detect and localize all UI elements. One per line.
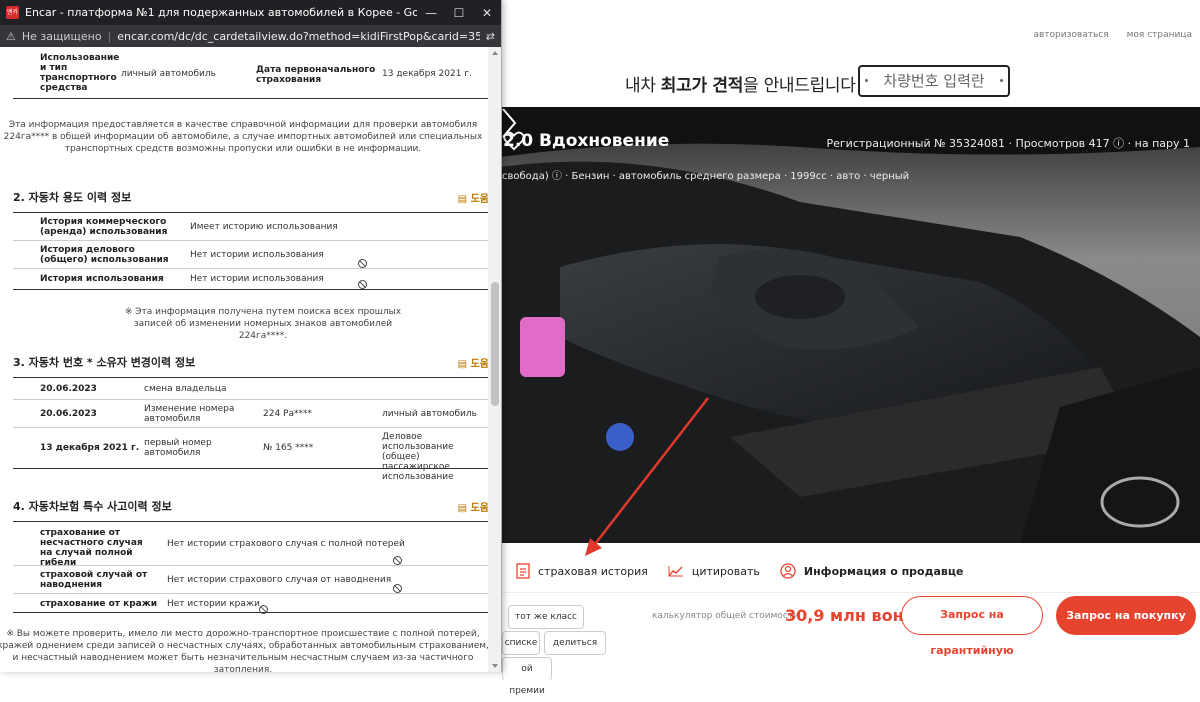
table-row: 13 декабря 2021 г. первый номер автомоби… — [40, 432, 454, 482]
top-links: авторизоваться моя страница — [1033, 30, 1192, 40]
same-class-button[interactable]: тот же класс — [508, 605, 584, 629]
my-page-link[interactable]: моя страница — [1127, 30, 1192, 40]
help-button[interactable]: ▤ 도움 — [458, 499, 488, 514]
no-entry-icon — [393, 556, 402, 565]
usage-note: ※ Эта информация получена путем поиска в… — [124, 307, 402, 341]
maximize-icon[interactable]: ☐ — [445, 6, 473, 20]
car-photo: 2.0 Вдохновение Регистрационный № 353240… — [500, 107, 1200, 543]
quote-banner: 내차 최고가 견적을 안내드립니다 차량번호 입력란 — [500, 60, 1200, 106]
car-meta: Регистрационный № 35324081 · Просмотров … — [826, 137, 1191, 150]
quote-button[interactable]: цитировать — [668, 565, 760, 578]
action-bar: страховая история цитировать Информация … — [500, 552, 1200, 590]
insurance-history-button[interactable]: страховая история — [516, 563, 648, 579]
owner-history-table: 20.06.2023 смена владельца 20.06.2023 Из… — [13, 377, 488, 482]
close-icon[interactable]: ✕ — [473, 6, 501, 20]
plate-number-input[interactable]: 차량번호 입력란 — [858, 65, 1010, 97]
scroll-thumb[interactable] — [491, 282, 499, 406]
scroll-up-icon[interactable] — [492, 51, 498, 55]
section-insurance-accident: 4. 자동차보험 특수 사고이력 정보 ▤ 도움 — [13, 499, 488, 514]
window-titlebar: 엔카 Encar - платформа №1 для подержанных … — [0, 0, 501, 25]
minimize-icon[interactable]: — — [417, 6, 445, 20]
no-entry-icon — [259, 604, 268, 614]
purchase-request-button[interactable]: Запрос на покупку — [1056, 596, 1196, 635]
table-row: страхование от несчастного случая на слу… — [13, 522, 488, 568]
chevron-right-icon[interactable] — [500, 107, 518, 139]
usage-history-table: История коммерческого (аренда) использов… — [13, 212, 488, 290]
table-row: История использования Нет истории исполь… — [13, 269, 488, 289]
car-specs: свобода) ⓘ · Бензин · автомобиль среднег… — [502, 171, 910, 182]
list-button[interactable]: списке — [502, 631, 540, 655]
table-row: 20.06.2023 Изменение номера автомобиля 2… — [13, 400, 488, 428]
warning-icon[interactable]: ⚠ — [6, 30, 16, 43]
section-usage-history: 2. 자동차 용도 이력 정보 ▤ 도움 — [13, 190, 488, 205]
no-entry-icon — [358, 279, 367, 289]
help-button[interactable]: ▤ 도움 — [458, 190, 488, 205]
info-note: Эта информация предоставляется в качеств… — [3, 120, 483, 154]
popup-window: 엔카 Encar - платформа №1 для подержанных … — [0, 0, 502, 672]
user-icon — [780, 563, 796, 579]
popup-scrollbar[interactable] — [488, 47, 501, 672]
url-field[interactable]: encar.com/dc/dc_cardetailview.do?method=… — [117, 30, 480, 43]
table-row: История делового (общего) использования … — [13, 241, 488, 269]
no-entry-icon — [393, 584, 402, 593]
seller-info-button[interactable]: Информация о продавце — [780, 563, 964, 579]
address-bar: ⚠ Не защищено | encar.com/dc/dc_cardetai… — [0, 25, 501, 47]
table-row: страховой случай от наводнения Нет истор… — [13, 566, 488, 594]
vehicle-use-table: Использование и тип транспортного средст… — [13, 47, 488, 99]
scroll-down-icon[interactable] — [492, 664, 498, 668]
warranty-request-button[interactable]: Запрос на гарантийную — [901, 596, 1043, 657]
insurance-note: ※ Вы можете проверить, имело ли место до… — [0, 629, 488, 672]
price-row: тот же класс списке делиться ой премии к… — [500, 592, 1200, 696]
translate-icon[interactable]: ⇄ — [486, 30, 501, 43]
banner-text: 내차 최고가 견적을 안내드립니다 — [625, 76, 856, 96]
total-cost-calculator-link[interactable]: калькулятор общей стоимости — [652, 611, 799, 621]
login-link[interactable]: авторизоваться — [1033, 30, 1108, 40]
car-title: 2.0 Вдохновение — [503, 131, 670, 151]
premium-button[interactable]: ой премии — [502, 657, 552, 696]
insurance-accident-table: страхование от несчастного случая на слу… — [13, 521, 488, 614]
share-button[interactable]: делиться — [544, 631, 606, 655]
help-button[interactable]: ▤ 도움 — [458, 355, 488, 370]
report-content: Использование и тип транспортного средст… — [0, 47, 488, 672]
security-status[interactable]: Не защищено — [22, 30, 102, 43]
window-title: Encar - платформа №1 для подержанных авт… — [25, 6, 417, 19]
table-row: 20.06.2023 смена владельца — [13, 378, 488, 400]
no-entry-icon — [358, 259, 367, 268]
document-icon — [516, 563, 530, 579]
encar-favicon: 엔카 — [6, 6, 19, 19]
table-row: История коммерческого (аренда) использов… — [13, 213, 488, 241]
table-row: страхование от кражи Нет истории кражи — [13, 594, 488, 614]
section-owner-history: 3. 자동차 번호 * 소유자 변경이력 정보 ▤ 도움 — [13, 355, 488, 370]
price: 30,9 млн вон — [785, 606, 904, 625]
chart-line-icon — [668, 566, 683, 577]
